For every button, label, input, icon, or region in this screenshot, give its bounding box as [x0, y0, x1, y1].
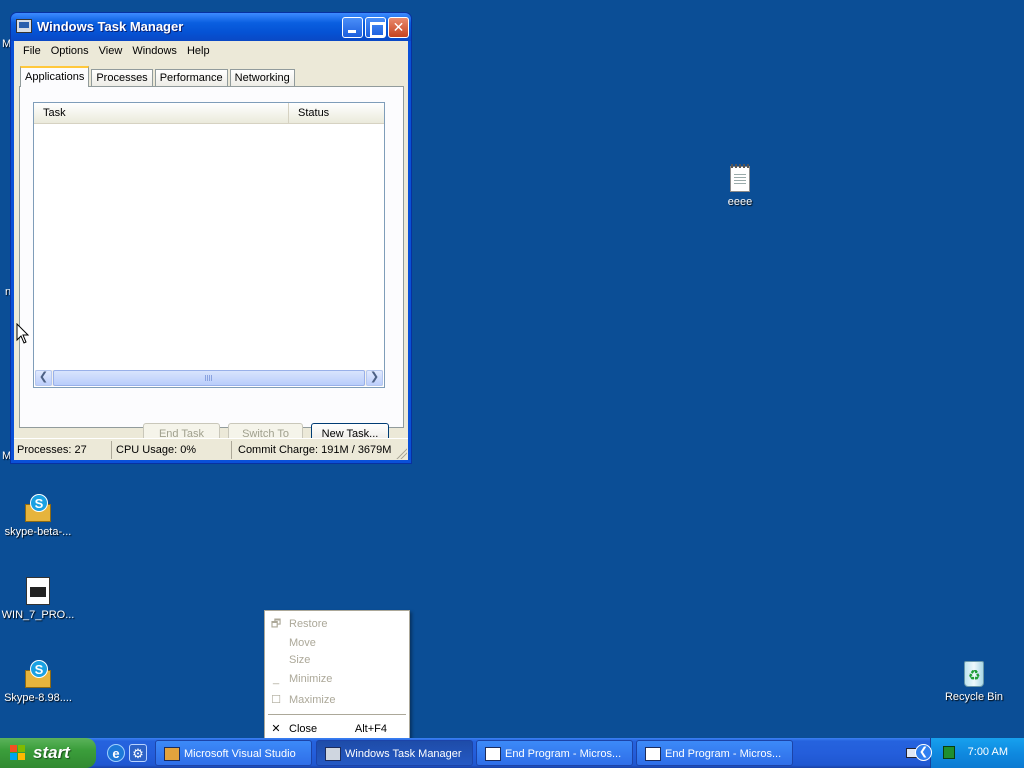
tab-strip: Applications Processes Performance Netwo…	[20, 66, 297, 87]
menu-bar: File Options View Windows Help	[14, 41, 408, 61]
window-title: Windows Task Manager	[37, 19, 184, 34]
menu-windows[interactable]: Windows	[127, 43, 182, 59]
taskbar-button-label: End Program - Micros...	[665, 748, 782, 760]
skype-package-icon: S	[23, 660, 53, 688]
taskbar-button-label: Microsoft Visual Studio	[184, 748, 296, 760]
taskbar-button-end-program-2[interactable]: End Program - Micros...	[636, 740, 793, 766]
tab-networking[interactable]: Networking	[229, 69, 295, 87]
desktop-icon-label: skype-beta-...	[4, 526, 72, 538]
status-processes: Processes: 27	[14, 440, 112, 459]
menu-item-label: Restore	[289, 618, 328, 630]
status-cpu-usage: CPU Usage: 0%	[112, 440, 232, 459]
minimize-glyph-icon: _	[272, 673, 280, 685]
tab-processes[interactable]: Processes	[91, 69, 153, 87]
skype-package-icon: S	[23, 494, 53, 522]
title-bar[interactable]: Windows Task Manager ✕	[11, 13, 411, 41]
desktop-icon-label: Recycle Bin	[944, 691, 1004, 703]
clock[interactable]: 7:00 AM	[968, 746, 1008, 758]
tab-performance[interactable]: Performance	[154, 69, 228, 87]
taskbar-button-task-manager[interactable]: Windows Task Manager	[316, 740, 473, 766]
menu-item-label: Move	[289, 637, 316, 649]
menu-item-label: Size	[289, 654, 311, 666]
system-tray: ❮ 7:00 AM	[915, 738, 1024, 768]
visual-studio-icon	[164, 747, 180, 761]
menu-separator	[268, 714, 406, 715]
start-label: start	[33, 743, 70, 762]
task-manager-window: Windows Task Manager ✕ File Options View…	[10, 12, 412, 464]
horizontal-scrollbar[interactable]: ❮ ❯	[35, 370, 383, 386]
menu-item-label: Minimize	[289, 673, 333, 685]
task-manager-icon	[16, 19, 32, 33]
status-commit-charge: Commit Charge: 191M / 3679M	[238, 443, 392, 456]
windows-flag-icon	[10, 745, 26, 761]
scroll-left-button[interactable]: ❮	[35, 370, 52, 386]
column-header-task[interactable]: Task	[34, 103, 289, 123]
mouse-cursor-icon	[16, 323, 30, 344]
status-bar: Processes: 27 CPU Usage: 0% Commit Charg…	[14, 438, 408, 460]
document-icon	[26, 577, 50, 605]
menu-view[interactable]: View	[94, 43, 128, 59]
task-list-header: Task Status	[34, 103, 384, 124]
window-client: File Options View Windows Help Applicati…	[14, 41, 408, 460]
menu-options[interactable]: Options	[46, 43, 94, 59]
desktop-icon-eeee[interactable]: eeee	[700, 164, 780, 208]
taskbar-button-visual-studio[interactable]: Microsoft Visual Studio	[155, 740, 312, 766]
minimize-button[interactable]	[342, 17, 363, 38]
taskbar: start e ⚙ Microsoft Visual Studio Window…	[0, 738, 1024, 768]
window-icon	[485, 747, 501, 761]
window-icon	[645, 747, 661, 761]
menu-item-label: Maximize	[289, 694, 336, 706]
menu-item-move[interactable]: Move	[265, 634, 409, 652]
desktop-icon-win7pro[interactable]: WIN_7_PRO...	[0, 577, 78, 621]
menu-item-minimize[interactable]: _ Minimize	[265, 670, 409, 688]
maximize-glyph-icon: ☐	[271, 694, 281, 706]
show-hidden-icons-button[interactable]: ❮	[915, 744, 932, 761]
tab-applications[interactable]: Applications	[20, 66, 90, 87]
start-button[interactable]: start	[0, 738, 96, 768]
internet-explorer-icon[interactable]: e	[107, 744, 125, 762]
recycle-bin-icon: ♻	[962, 657, 986, 687]
desktop-icon-label: WIN_7_PRO...	[1, 609, 75, 621]
task-list[interactable]: Task Status ❮ ❯	[33, 102, 385, 388]
task-manager-icon	[325, 747, 341, 761]
taskbar-button-label: Windows Task Manager	[345, 748, 462, 760]
desktop-icon-skype-setup[interactable]: S Skype-8.98....	[0, 660, 78, 704]
taskbar-button-end-program-1[interactable]: End Program - Micros...	[476, 740, 633, 766]
desktop-icon-label: Skype-8.98....	[4, 692, 72, 704]
desktop-icon-recycle-bin[interactable]: ♻ Recycle Bin	[934, 657, 1014, 703]
close-button[interactable]: ✕	[388, 17, 409, 38]
menu-item-size[interactable]: Size	[265, 651, 409, 669]
notepad-icon	[730, 164, 750, 192]
menu-help[interactable]: Help	[182, 43, 215, 59]
scroll-right-button[interactable]: ❯	[366, 370, 383, 386]
scroll-thumb[interactable]	[53, 370, 365, 386]
taskbar-button-label: End Program - Micros...	[505, 748, 622, 760]
tray-app-icon[interactable]	[943, 746, 955, 759]
show-desktop-icon[interactable]: ⚙	[129, 744, 147, 762]
desktop-icon-label: eeee	[727, 196, 753, 208]
menu-file[interactable]: File	[18, 43, 46, 59]
desktop-icon-skype-beta[interactable]: S skype-beta-...	[0, 494, 78, 538]
maximize-button[interactable]	[365, 17, 386, 38]
resize-grip[interactable]	[395, 447, 407, 459]
restore-glyph-icon: 🗗	[270, 618, 282, 630]
column-header-status[interactable]: Status	[289, 103, 384, 123]
menu-item-restore[interactable]: 🗗 Restore	[265, 615, 409, 633]
menu-item-label: Close	[289, 723, 318, 735]
menu-item-shortcut: Alt+F4	[354, 723, 387, 735]
menu-item-maximize[interactable]: ☐ Maximize	[265, 691, 409, 709]
menu-item-close[interactable]: ✕ Close Alt+F4	[265, 720, 409, 738]
close-glyph-icon: ✕	[271, 723, 281, 735]
window-context-menu: 🗗 Restore Move Size _ Minimize ☐ Maximiz…	[264, 610, 410, 742]
